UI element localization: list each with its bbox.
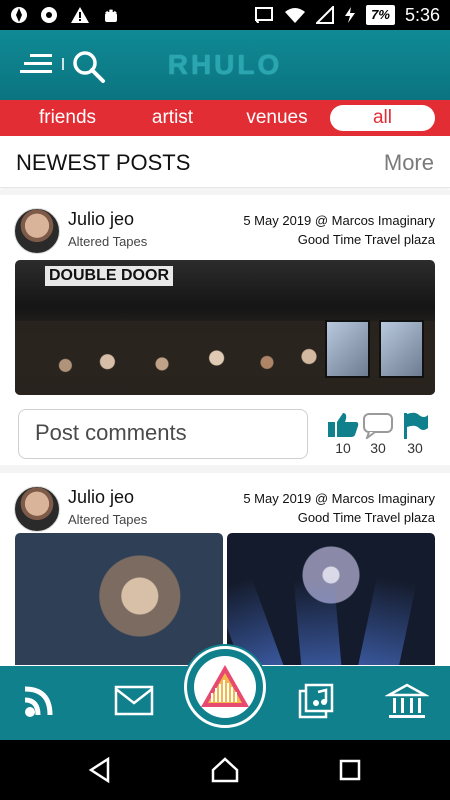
rss-icon[interactable] (20, 681, 64, 721)
warning-icon (71, 7, 89, 23)
square-icon[interactable] (336, 756, 364, 784)
more-link[interactable]: More (384, 150, 434, 176)
post-band[interactable]: Altered Tapes (68, 512, 147, 527)
post-photo[interactable] (227, 533, 435, 665)
post-meta: 5 May 2019 @ Marcos Imaginary Good Time … (225, 211, 435, 249)
stage-light (293, 576, 342, 665)
like-button[interactable]: 10 (325, 411, 361, 457)
venue-sign: DOUBLE DOOR (45, 266, 173, 286)
avatar[interactable] (14, 208, 60, 254)
create-post-button[interactable] (184, 646, 266, 728)
post-author[interactable]: Julio jeo (68, 487, 134, 508)
home-icon[interactable] (211, 756, 239, 784)
post-venue-detail: Good Time Travel plaza (297, 510, 435, 525)
thumbs-up-icon (328, 413, 359, 437)
post-photo[interactable] (15, 533, 223, 665)
header-divider (62, 58, 64, 70)
post-meta: 5 May 2019 @ Marcos Imaginary Good Time … (225, 489, 435, 527)
aperture-icon (11, 7, 27, 23)
flag-button[interactable]: 30 (397, 411, 433, 457)
app-screen: 7% 5:36 RHULO friends artist venues all … (0, 0, 450, 800)
cast-icon (255, 7, 274, 24)
building-icon[interactable] (385, 681, 429, 721)
avatar[interactable] (14, 486, 60, 532)
android-navigation-bar (0, 740, 450, 800)
battery-level: 7% (366, 5, 395, 25)
system-status: 7% 5:36 (254, 5, 440, 26)
post-date-venue: 5 May 2019 @ Marcos Imaginary (243, 491, 435, 506)
flag-icon (404, 412, 428, 439)
android-icon (105, 9, 117, 22)
tab-friends[interactable]: friends (20, 105, 115, 131)
mail-icon[interactable] (112, 681, 156, 721)
status-bar: 7% 5:36 (0, 0, 450, 30)
menu-icon[interactable] (20, 50, 56, 78)
filter-tabs: friends artist venues all (0, 100, 450, 136)
poster-image (379, 320, 424, 378)
tab-artist[interactable]: artist (130, 105, 215, 131)
app-center-logo (194, 656, 256, 718)
crowd-image-area (15, 320, 435, 395)
notification-icons (10, 6, 120, 24)
post-date-venue: 5 May 2019 @ Marcos Imaginary (243, 213, 435, 228)
wifi-icon (285, 8, 306, 23)
app-header: RHULO (0, 30, 450, 100)
post-feed[interactable]: Julio jeo Altered Tapes 5 May 2019 @ Mar… (0, 190, 450, 665)
app-logo: RHULO (167, 49, 283, 80)
no-sim-icon (41, 7, 57, 23)
comment-input[interactable]: Post comments (18, 409, 308, 459)
flag-count: 30 (407, 440, 423, 456)
poster-image (325, 320, 370, 378)
stage-light (357, 575, 417, 665)
post-card: Julio jeo Altered Tapes 5 May 2019 @ Mar… (0, 473, 450, 665)
tab-venues[interactable]: venues (232, 105, 322, 131)
post-band[interactable]: Altered Tapes (68, 234, 147, 249)
like-count: 10 (335, 440, 351, 456)
search-icon[interactable] (70, 48, 106, 84)
charging-icon (345, 7, 356, 23)
comment-count: 30 (370, 440, 386, 456)
section-header: NEWEST POSTS More (0, 136, 450, 188)
music-library-icon[interactable] (296, 681, 340, 721)
signal-icon (316, 6, 335, 24)
comment-button[interactable]: 30 (360, 411, 396, 457)
triangle-logo-icon (201, 665, 249, 707)
tab-all[interactable]: all (330, 105, 435, 131)
section-title: NEWEST POSTS (16, 150, 191, 175)
speech-bubble-icon (363, 413, 393, 441)
post-photo[interactable]: DOUBLE DOOR (15, 260, 435, 395)
post-card: Julio jeo Altered Tapes 5 May 2019 @ Mar… (0, 195, 450, 465)
clock: 5:36 (404, 4, 440, 25)
back-triangle-icon[interactable] (86, 756, 114, 784)
post-venue-detail: Good Time Travel plaza (297, 232, 435, 247)
post-author[interactable]: Julio jeo (68, 209, 134, 230)
